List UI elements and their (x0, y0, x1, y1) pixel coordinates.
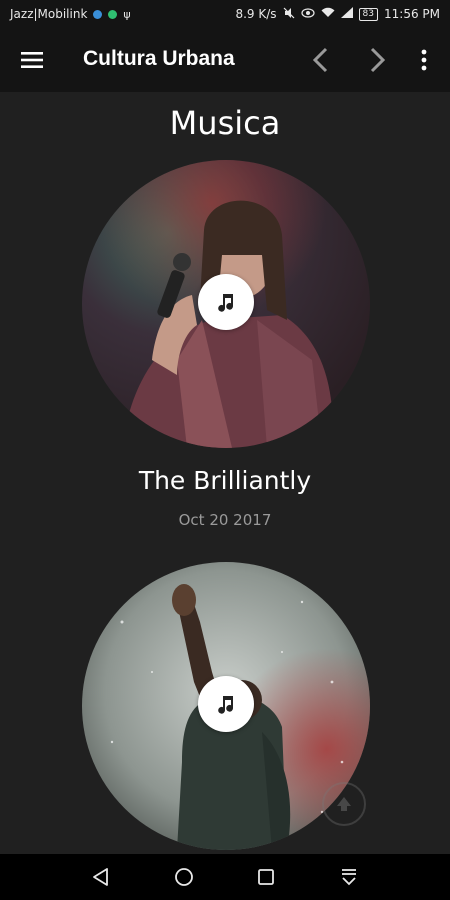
triangle-back-icon[interactable] (87, 863, 115, 891)
battery-icon: 83 (358, 7, 378, 21)
section-title: Musica (169, 104, 281, 142)
status-right: 8.9 K/s 83 11:56 PM (235, 7, 440, 22)
item-title[interactable]: The Brilliantly (0, 466, 450, 495)
music-note-icon[interactable] (198, 676, 254, 732)
chevron-left-icon[interactable] (306, 45, 336, 75)
eye-icon (300, 7, 315, 21)
wifi-icon (321, 7, 335, 21)
item-date: Oct 20 2017 (178, 511, 272, 529)
signal-icon (340, 7, 353, 21)
chevron-right-icon[interactable] (362, 45, 392, 75)
network-speed: 8.9 K/s (235, 7, 277, 21)
mute-icon (283, 7, 295, 22)
pull-down-icon[interactable] (335, 863, 363, 891)
system-nav-bar (0, 854, 450, 900)
square-recents-icon[interactable] (252, 863, 280, 891)
app-bar: Cultura Urbana (0, 28, 450, 92)
usb-icon: ψ (123, 7, 131, 21)
app-notification-icon (108, 9, 118, 19)
carrier-label: Jazz|Mobilink (10, 7, 88, 21)
app-title: Cultura Urbana (83, 47, 235, 70)
app-notification-icon (93, 9, 103, 19)
circle-home-icon[interactable] (170, 863, 198, 891)
scroll-to-top-button[interactable] (322, 782, 366, 826)
status-time: 11:56 PM (384, 7, 440, 21)
hamburger-menu-icon[interactable] (20, 48, 44, 72)
more-vert-icon[interactable] (410, 45, 438, 75)
status-left: Jazz|Mobilink ψ (10, 7, 131, 21)
arrow-up-icon (337, 797, 351, 811)
content-area: Musica The Brilliantly Oct 20 2017 (0, 92, 450, 854)
status-bar: Jazz|Mobilink ψ 8.9 K/s 83 11:56 PM (0, 0, 450, 28)
music-note-icon[interactable] (198, 274, 254, 330)
